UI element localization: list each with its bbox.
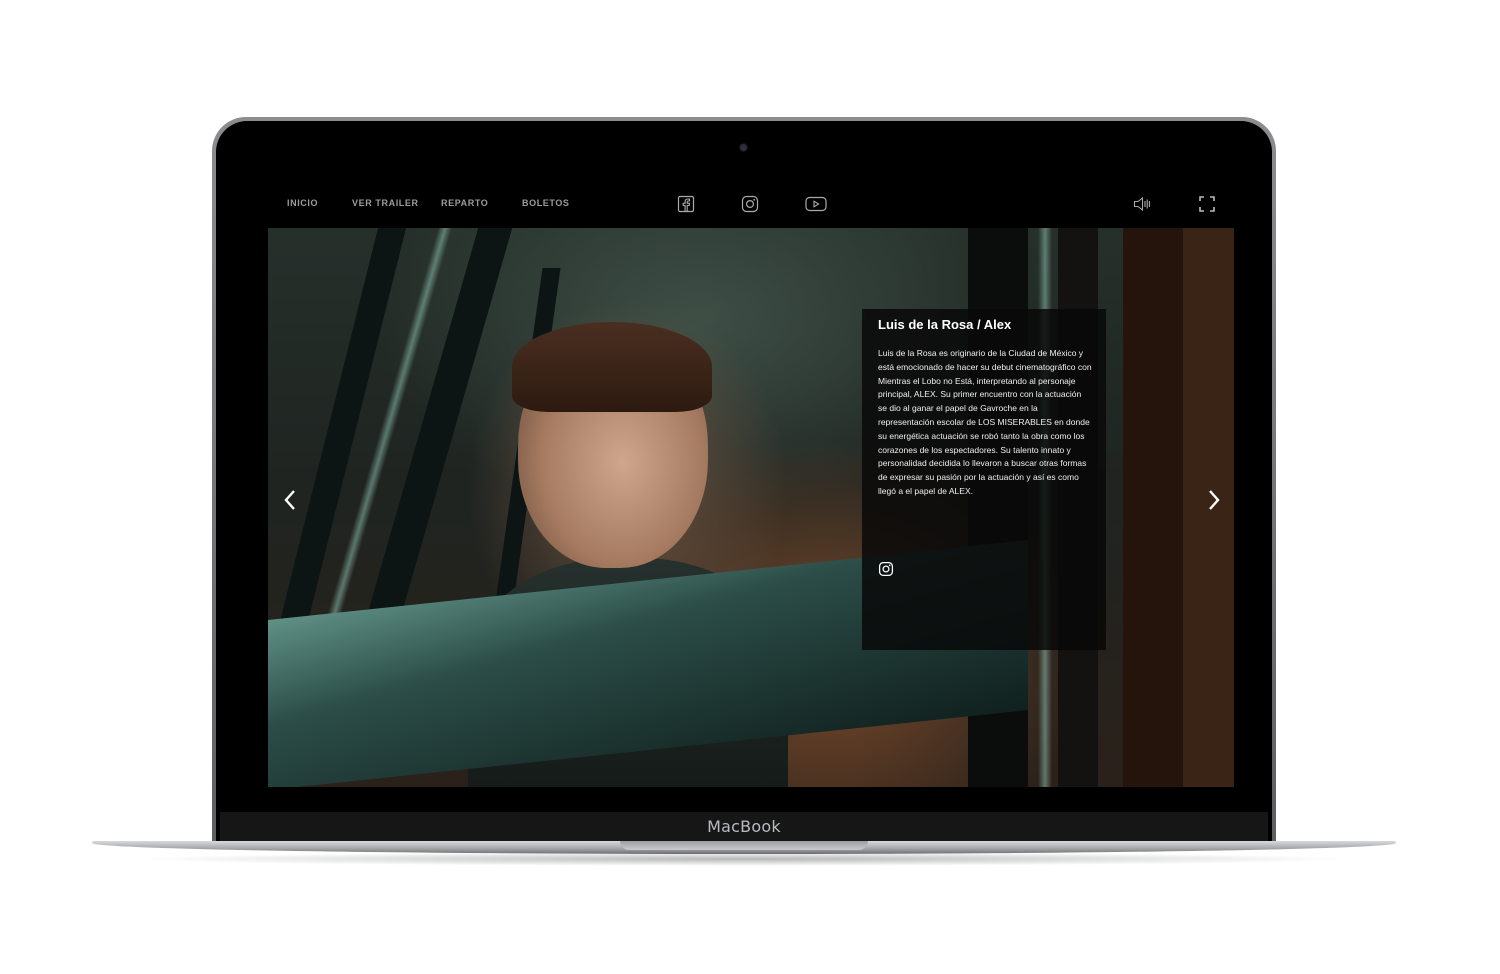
nav-link-boletos[interactable]: BOLETOS	[522, 198, 570, 208]
carousel-prev-button[interactable]	[281, 488, 301, 512]
cast-name: Luis de la Rosa / Alex	[878, 317, 1012, 332]
laptop-hinge-notch	[620, 841, 868, 850]
nav-link-inicio[interactable]: INICIO	[287, 198, 318, 208]
webcam	[740, 144, 747, 151]
instagram-icon[interactable]	[740, 194, 760, 214]
volume-icon[interactable]	[1132, 194, 1152, 214]
nav-link-ver-trailer[interactable]: VER TRAILER	[352, 198, 419, 208]
laptop-brand-label: MacBook	[707, 817, 781, 836]
chevron-left-icon	[284, 490, 295, 510]
laptop-shadow	[130, 852, 1358, 866]
nav-link-reparto[interactable]: REPARTO	[441, 198, 488, 208]
facebook-icon[interactable]	[676, 194, 696, 214]
website-screen: INICIO VER TRAILER REPARTO BOLETOS Luis …	[253, 172, 1234, 787]
fullscreen-icon[interactable]	[1197, 194, 1217, 214]
youtube-icon[interactable]	[804, 194, 828, 214]
cast-bio: Luis de la Rosa es originario de la Ciud…	[878, 348, 1092, 496]
instagram-icon[interactable]	[878, 561, 894, 577]
cast-info-card: Luis de la Rosa / Alex Luis de la Rosa e…	[862, 309, 1106, 650]
chevron-right-icon	[1209, 490, 1220, 510]
carousel-next-button[interactable]	[1203, 488, 1223, 512]
